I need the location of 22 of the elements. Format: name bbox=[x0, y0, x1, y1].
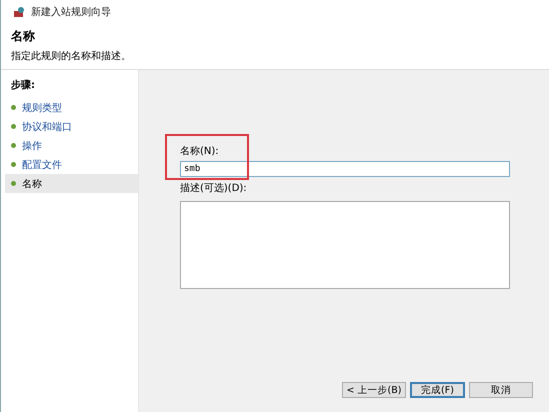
dialog-button[interactable]: < 上一步(B) bbox=[342, 382, 406, 398]
bullet-icon bbox=[11, 105, 16, 110]
step-item[interactable]: 名称 bbox=[5, 174, 138, 193]
step-item[interactable]: 协议和端口 bbox=[5, 117, 138, 136]
steps-label: 步骤: bbox=[11, 78, 35, 92]
dialog-button[interactable]: 完成(F) bbox=[410, 382, 465, 398]
name-input[interactable]: smb bbox=[180, 161, 510, 177]
bullet-icon bbox=[11, 143, 16, 148]
page-subtitle: 指定此规则的名称和描述。 bbox=[11, 50, 132, 63]
dialog-button[interactable]: 取消 bbox=[469, 382, 533, 398]
bullet-icon bbox=[11, 162, 16, 167]
name-label: 名称(N): bbox=[180, 145, 219, 158]
step-item[interactable]: 操作 bbox=[5, 136, 138, 155]
firewall-icon bbox=[13, 6, 25, 18]
bullet-icon bbox=[11, 124, 16, 129]
window-title: 新建入站规则向导 bbox=[31, 6, 111, 19]
step-item[interactable]: 配置文件 bbox=[5, 155, 138, 174]
page-title: 名称 bbox=[11, 28, 36, 45]
description-input[interactable] bbox=[180, 201, 510, 289]
step-item[interactable]: 规则类型 bbox=[5, 98, 138, 117]
bullet-icon bbox=[11, 181, 16, 186]
description-label: 描述(可选)(D): bbox=[180, 182, 247, 195]
